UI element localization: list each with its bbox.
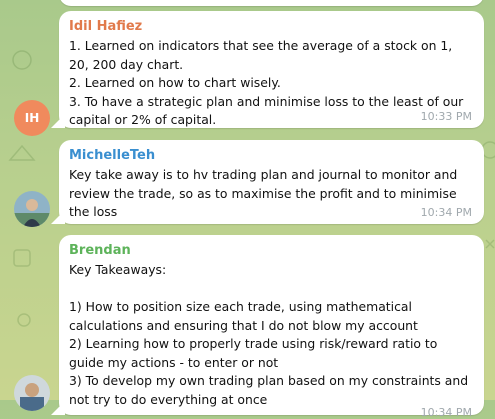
avatar[interactable]: IH <box>14 100 50 136</box>
message-text: Key Takeaways: 1) How to position size e… <box>69 262 469 407</box>
message-time: 10:34 PM <box>420 406 472 419</box>
message-bubble[interactable]: Idil Hafiez 1. Learned on indicators tha… <box>59 11 484 128</box>
message-time: 10:34 PM <box>420 206 472 219</box>
sender-name[interactable]: Idil Hafiez <box>69 18 474 36</box>
message-text: 1. Learned on indicators that see the av… <box>69 38 464 127</box>
message-bubble[interactable]: Brendan Key Takeaways: 1) How to positio… <box>59 235 484 419</box>
previous-message-fragment <box>59 0 484 6</box>
user-photo-icon <box>14 375 50 411</box>
avatar-initials: IH <box>24 111 40 125</box>
message-bubble[interactable]: MichelleTeh Key take away is to hv tradi… <box>59 140 484 224</box>
message-text: Key take away is to hv trading plan and … <box>69 167 462 219</box>
message-time: 10:33 PM <box>420 110 472 123</box>
avatar[interactable] <box>14 191 50 227</box>
sender-name[interactable]: MichelleTeh <box>69 147 474 165</box>
sender-name[interactable]: Brendan <box>69 242 474 260</box>
avatar[interactable] <box>14 375 50 411</box>
user-photo-icon <box>14 191 50 227</box>
